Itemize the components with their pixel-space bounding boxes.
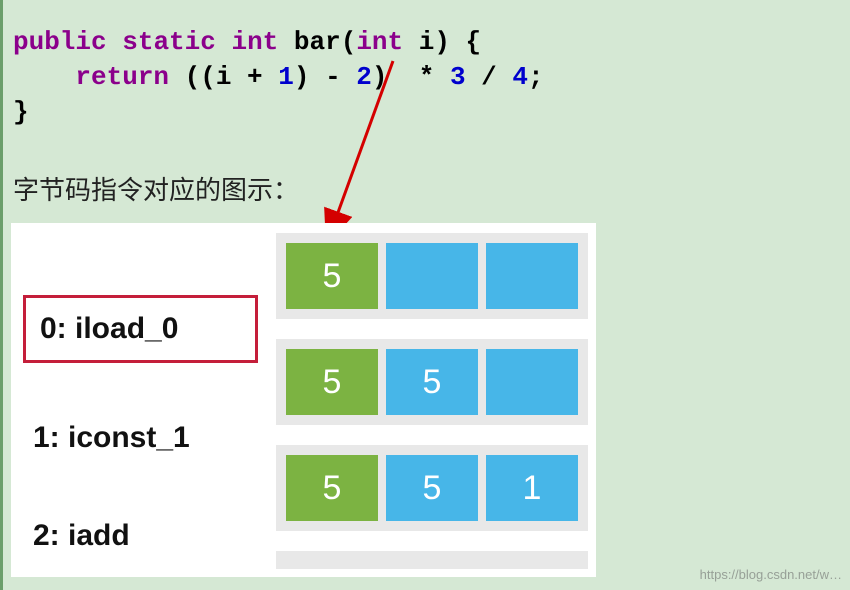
instruction-column: 0: iload_0 1: iconst_1 2: iadd — [23, 243, 258, 559]
paren-open: ( — [341, 27, 357, 57]
param-name: i — [403, 27, 434, 57]
function-name: bar — [294, 27, 341, 57]
stack-row-0: 5 — [276, 233, 588, 319]
code-line-3: } — [13, 95, 840, 130]
stack-cell — [486, 349, 578, 415]
keyword-public: public — [13, 27, 107, 57]
stack-cell: 5 — [386, 455, 478, 521]
stack-cell: 5 — [286, 243, 378, 309]
caption: 字节码指令对应的图示： — [3, 140, 850, 217]
code-line-2: return ((i + 1) - 2) * 3 / 4; — [13, 60, 840, 95]
instruction-2: 2: iadd — [23, 513, 258, 559]
paren-close: ) — [434, 27, 450, 57]
brace-open: { — [450, 27, 481, 57]
brace-close: } — [13, 97, 29, 127]
param-type: int — [356, 27, 403, 57]
instruction-0: 0: iload_0 — [23, 295, 258, 363]
keyword-return: return — [75, 62, 169, 92]
instruction-1: 1: iconst_1 — [23, 415, 258, 461]
stack-cell: 5 — [286, 349, 378, 415]
stack-cell — [386, 243, 478, 309]
stack-cell — [486, 243, 578, 309]
stack-row-partial — [276, 551, 588, 569]
keyword-int: int — [231, 27, 278, 57]
literal-1: 1 — [278, 62, 294, 92]
stacks-column: 5 5 5 5 5 1 — [276, 233, 588, 569]
stack-row-1: 5 5 — [276, 339, 588, 425]
watermark: https://blog.csdn.net/w… — [700, 567, 842, 582]
stack-cell: 5 — [286, 455, 378, 521]
stack-cell: 1 — [486, 455, 578, 521]
stack-row-2: 5 5 1 — [276, 445, 588, 531]
code-line-1: public static int bar(int i) { — [13, 25, 840, 60]
keyword-static: static — [122, 27, 216, 57]
literal-3: 3 — [450, 62, 466, 92]
literal-2: 2 — [356, 62, 372, 92]
bytecode-diagram: 0: iload_0 1: iconst_1 2: iadd 5 5 5 5 5… — [11, 223, 596, 577]
stack-cell: 5 — [386, 349, 478, 415]
code-block: public static int bar(int i) { return ((… — [3, 0, 850, 140]
literal-4: 4 — [512, 62, 528, 92]
